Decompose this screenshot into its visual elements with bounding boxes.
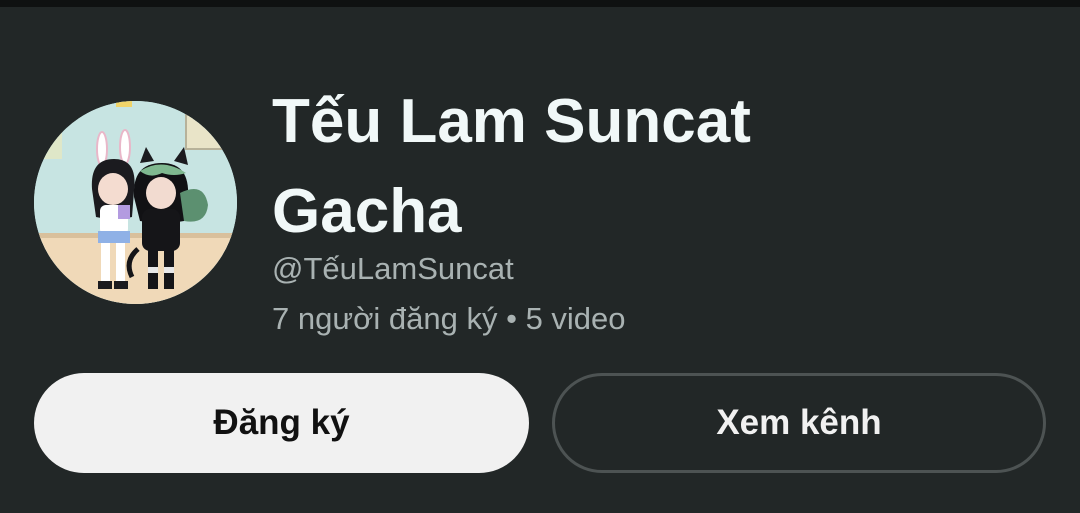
- channel-card: Tếu Lam Suncat Gacha @TếuLamSuncat 7 ngư…: [0, 7, 1080, 513]
- status-bar-strip: [0, 0, 1080, 7]
- view-channel-button[interactable]: Xem kênh: [552, 373, 1046, 473]
- channel-avatar[interactable]: [34, 101, 237, 304]
- channel-handle: @TếuLamSuncat: [272, 251, 514, 286]
- avatar-illustration: [34, 101, 237, 304]
- channel-stats: 7 người đăng ký • 5 video: [272, 301, 626, 336]
- subscribe-button-label: Đăng ký: [213, 403, 350, 442]
- channel-name: Tếu Lam Suncat Gacha: [272, 87, 751, 246]
- subscribe-button[interactable]: Đăng ký: [34, 373, 529, 473]
- view-channel-button-label: Xem kênh: [716, 403, 882, 442]
